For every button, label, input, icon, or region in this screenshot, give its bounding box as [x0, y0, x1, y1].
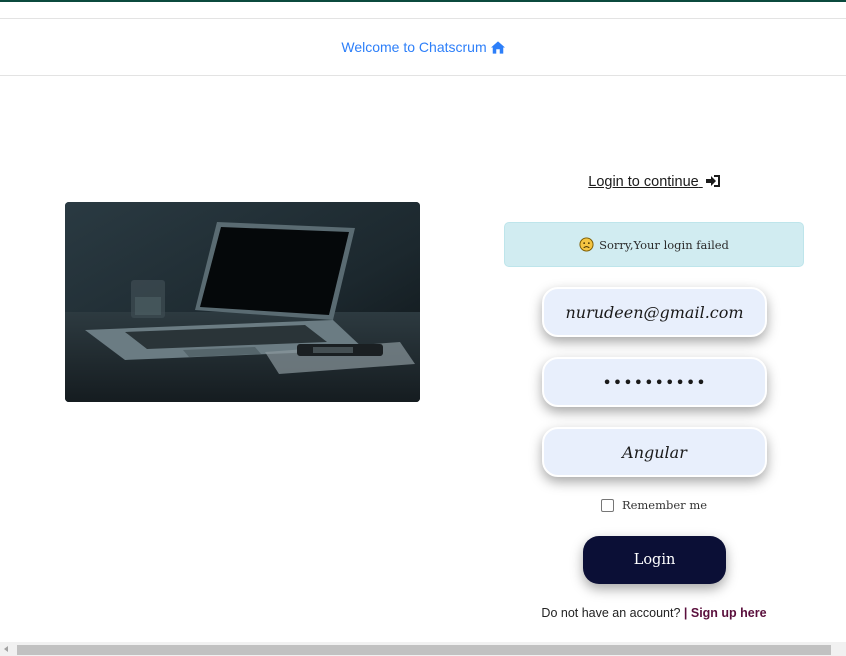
welcome-text: Welcome to Chatscrum — [341, 39, 487, 55]
alert-message: Sorry,Your login failed — [599, 237, 729, 252]
signup-link[interactable]: | Sign up here — [684, 606, 767, 620]
login-heading-text: Login to continue — [588, 174, 699, 190]
scrollbar-thumb[interactable] — [17, 645, 831, 655]
laptop-illustration — [65, 202, 420, 402]
email-field[interactable] — [542, 287, 767, 337]
remember-me-checkbox[interactable] — [600, 498, 614, 512]
signup-row: Do not have an account? | Sign up here — [504, 606, 804, 620]
password-field[interactable] — [542, 357, 767, 407]
login-heading: Login to continue — [504, 174, 804, 190]
laptop-hero-image — [65, 202, 420, 402]
horizontal-scrollbar[interactable] — [0, 642, 846, 656]
sad-face-icon — [579, 237, 594, 252]
welcome-link[interactable]: Welcome to Chatscrum — [341, 39, 505, 55]
sign-in-icon — [705, 175, 720, 187]
signup-prompt: Do not have an account? — [541, 606, 684, 620]
top-accent-strip — [0, 0, 846, 2]
login-button[interactable]: Login — [583, 536, 726, 584]
remember-me-row: Remember me — [504, 498, 804, 512]
login-failed-alert: Sorry,Your login failed — [504, 222, 804, 267]
home-icon — [490, 40, 505, 54]
scroll-left-arrow-icon[interactable] — [4, 646, 8, 652]
remember-me-label: Remember me — [621, 498, 708, 512]
project-field[interactable] — [542, 427, 767, 477]
header-bar: Welcome to Chatscrum — [0, 18, 846, 76]
